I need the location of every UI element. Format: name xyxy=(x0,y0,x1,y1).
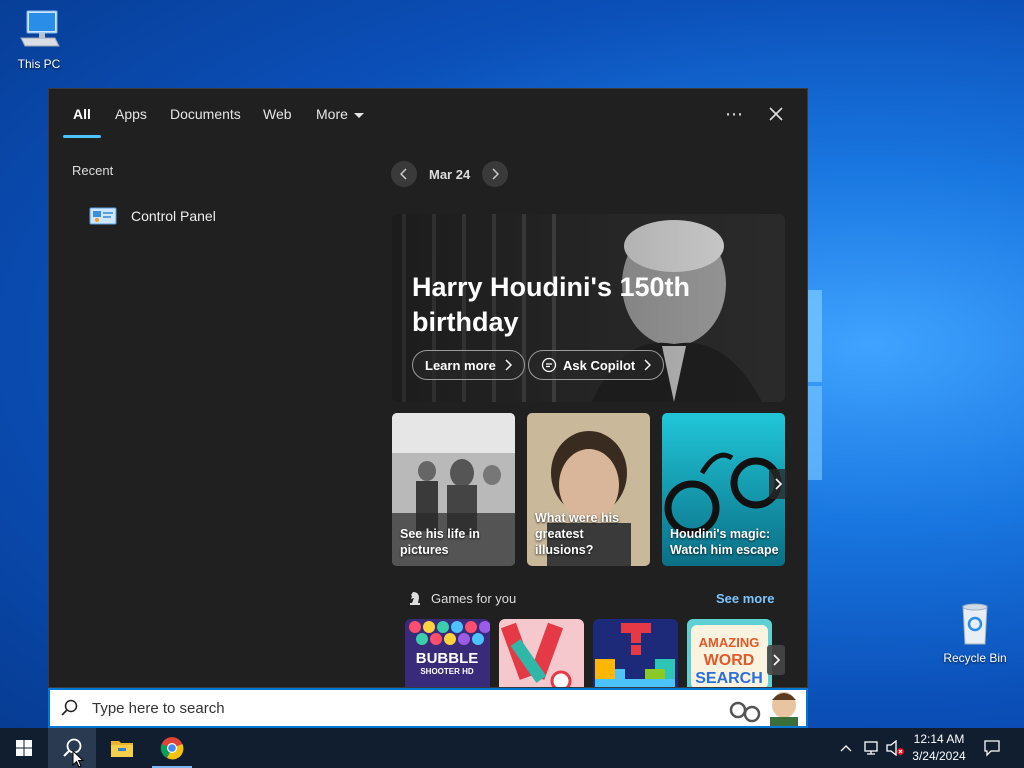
desktop-icon-recycle-bin[interactable]: Recycle Bin xyxy=(940,602,1010,665)
taskbar-chrome[interactable] xyxy=(148,728,196,768)
game-tile-pins[interactable] xyxy=(499,619,584,687)
hero-banner[interactable]: Harry Houdini's 150th birthday Learn mor… xyxy=(392,214,785,402)
block-puzzle-art-image xyxy=(593,619,678,687)
chevron-up-icon xyxy=(840,745,852,752)
active-tab-indicator xyxy=(63,135,101,138)
recent-item-control-panel[interactable]: Control Panel xyxy=(89,203,216,229)
see-more-link[interactable]: See more xyxy=(716,591,775,606)
learn-more-button[interactable]: Learn more xyxy=(412,350,525,380)
ellipsis-icon: ⋯ xyxy=(725,103,743,124)
tab-more-label: More xyxy=(316,106,348,122)
desktop-icon-label: This PC xyxy=(17,57,61,71)
game-title-line2: SHOOTER HD xyxy=(420,667,474,676)
bubble-shooter-art-image: BUBBLE SHOOTER HD xyxy=(405,619,490,687)
action-center-button[interactable] xyxy=(980,728,1004,768)
start-button[interactable] xyxy=(0,728,48,768)
more-options-button[interactable]: ⋯ xyxy=(720,101,748,127)
computer-icon xyxy=(20,10,60,47)
games-next-button[interactable] xyxy=(767,645,785,675)
taskbar: 12:14 AM 3/24/2024 xyxy=(0,728,1024,768)
game-tile-word-search[interactable]: AMAZING WORD SEARCH xyxy=(687,619,772,687)
tab-documents[interactable]: Documents xyxy=(170,106,241,122)
close-icon xyxy=(769,107,783,121)
clock-date: 3/24/2024 xyxy=(912,749,966,763)
game-title-line1: BUBBLE xyxy=(416,650,479,667)
chevron-right-icon xyxy=(775,478,782,490)
chevron-right-icon xyxy=(644,359,652,371)
pin-puzzle-art-image xyxy=(499,619,584,687)
game-title-line2: WORD xyxy=(704,652,755,669)
windows-logo-icon xyxy=(16,740,32,756)
tab-all[interactable]: All xyxy=(73,106,91,122)
card-life-in-pictures[interactable]: See his life in pictures xyxy=(392,413,515,566)
games-heading: Games for you xyxy=(407,590,516,606)
caret-down-icon xyxy=(353,112,364,118)
folder-icon xyxy=(111,741,133,757)
games-heading-label: Games for you xyxy=(431,590,517,606)
tab-web[interactable]: Web xyxy=(263,106,292,122)
game-tile-blocks[interactable] xyxy=(593,619,678,687)
date-label: Mar 24 xyxy=(429,166,471,182)
taskbar-clock[interactable]: 12:14 AM 3/24/2024 xyxy=(900,731,978,765)
chevron-left-icon xyxy=(400,168,407,180)
taskbar-file-explorer[interactable] xyxy=(98,728,146,768)
desktop-icon-this-pc[interactable]: This PC xyxy=(4,8,74,71)
card-houdini-magic[interactable]: Houdini's magic: Watch him escape xyxy=(662,413,785,566)
recycle-bin-icon xyxy=(962,603,988,645)
date-navigator: Mar 24 xyxy=(391,160,509,188)
card-caption: What were his greatest illusions? xyxy=(535,511,620,557)
search-icon xyxy=(61,699,78,716)
card-caption: Houdini's magic: Watch him escape xyxy=(670,527,779,557)
chevron-right-icon xyxy=(492,168,500,180)
cards-next-button[interactable] xyxy=(769,469,787,499)
recent-heading: Recent xyxy=(72,163,114,178)
network-status-button[interactable] xyxy=(860,728,882,768)
chevron-right-icon xyxy=(505,359,512,371)
chevron-right-icon xyxy=(773,654,780,666)
houdini-doodle-image xyxy=(729,692,798,726)
mouse-cursor-icon xyxy=(72,750,84,768)
tab-more[interactable]: More xyxy=(316,106,364,122)
taskbar-search-button[interactable] xyxy=(48,728,96,768)
wallpaper-window-logo xyxy=(808,290,822,480)
learn-more-label: Learn more xyxy=(425,357,496,373)
game-title-line3: SEARCH xyxy=(695,670,763,687)
ask-copilot-button[interactable]: Ask Copilot xyxy=(528,350,665,380)
clock-time: 12:14 AM xyxy=(913,732,965,746)
tab-apps[interactable]: Apps xyxy=(115,106,147,122)
chrome-icon xyxy=(160,737,184,760)
network-icon xyxy=(864,741,878,755)
chess-knight-icon xyxy=(410,592,420,605)
search-box xyxy=(48,688,808,728)
hero-title: Harry Houdini's 150th birthday xyxy=(412,272,690,337)
search-input[interactable] xyxy=(90,698,714,718)
game-tile-bubble-shooter[interactable]: BUBBLE SHOOTER HD xyxy=(405,619,490,687)
word-search-art-image: AMAZING WORD SEARCH xyxy=(687,619,772,687)
card-greatest-illusions[interactable]: What were his greatest illusions? xyxy=(527,413,650,566)
control-panel-icon xyxy=(89,207,117,225)
ask-copilot-label: Ask Copilot xyxy=(563,357,636,373)
show-hidden-icons-button[interactable] xyxy=(836,728,856,768)
next-day-button[interactable] xyxy=(482,161,509,187)
notification-icon xyxy=(984,740,1000,757)
recent-item-label: Control Panel xyxy=(131,208,216,224)
previous-day-button[interactable] xyxy=(391,161,417,187)
search-tabs: All Apps Documents Web More ⋯ xyxy=(49,89,807,139)
close-button[interactable] xyxy=(762,101,790,127)
game-title-line1: AMAZING xyxy=(699,635,760,650)
card-caption: See his life in pictures xyxy=(400,527,480,557)
desktop-icon-label: Recycle Bin xyxy=(943,651,1007,665)
chat-bubble-icon xyxy=(541,357,557,373)
search-panel: All Apps Documents Web More ⋯ Recent Con… xyxy=(48,88,808,688)
